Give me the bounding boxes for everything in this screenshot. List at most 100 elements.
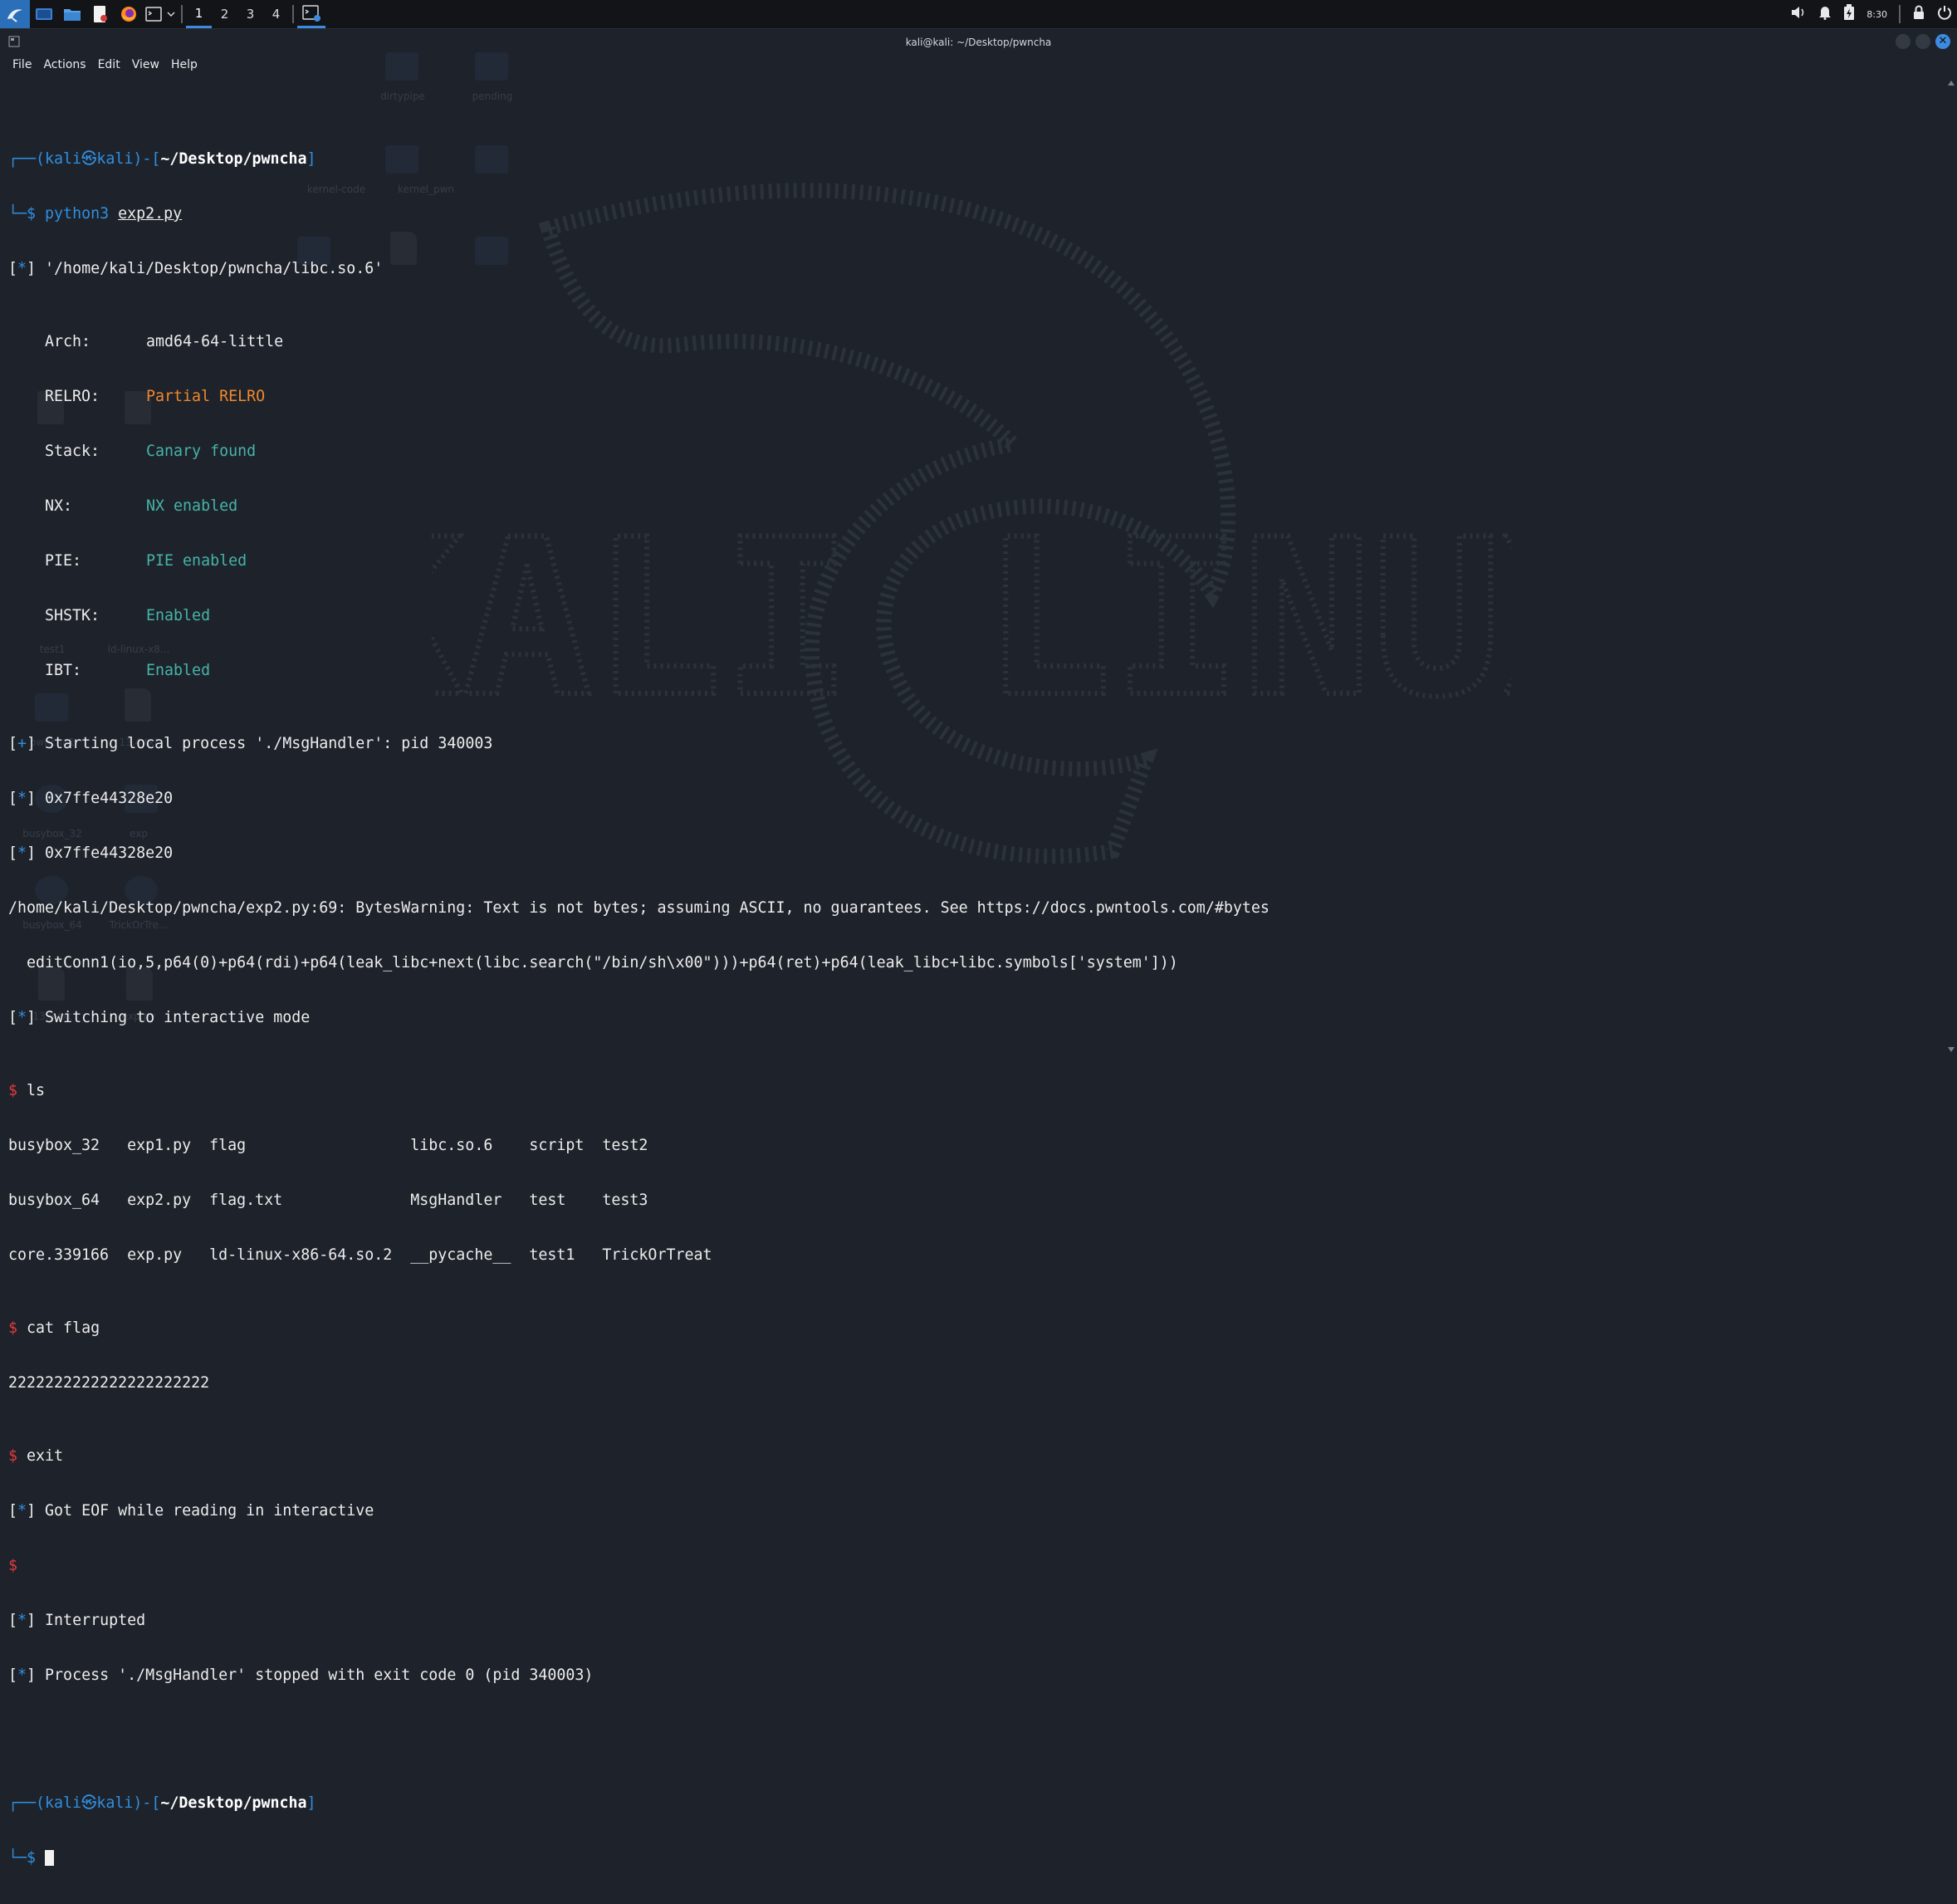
interactive-prompt: $: [8, 1447, 18, 1465]
menu-help[interactable]: Help: [165, 54, 203, 76]
power-icon[interactable]: [1937, 5, 1952, 23]
checksec-key: RELRO:: [45, 388, 100, 405]
checksec-row: RELRO: Partial RELRO: [8, 388, 1935, 406]
workspace-4[interactable]: 4: [263, 0, 289, 28]
output-line: [*] Got EOF while reading in interactive: [8, 1502, 374, 1520]
checksec-key: SHSTK:: [45, 607, 100, 624]
libc-path: '/home/kali/Desktop/pwncha/libc.so.6': [45, 260, 384, 277]
checksec-key: IBT:: [45, 662, 82, 679]
status-marker: *: [17, 844, 27, 862]
menu-bar: File Actions Edit View Help: [7, 54, 203, 76]
output-line: [*] 0x7ffe44328e20: [8, 844, 174, 862]
interactive-command: $ ls: [8, 1082, 1935, 1100]
interactive-prompt: $: [8, 1082, 18, 1099]
status-marker: +: [17, 735, 27, 752]
battery-icon[interactable]: [1843, 4, 1855, 24]
leak-address: 0x7ffe44328e20: [45, 790, 174, 807]
terminal-output[interactable]: ┌──(kali㉿kali)-[~/Desktop/pwncha] └─$ py…: [8, 95, 1935, 1904]
workspace-2[interactable]: 2: [212, 0, 237, 28]
eof-msg: Got EOF while reading in interactive: [45, 1502, 374, 1520]
terminal-window: KALI LINUX dirtypipe pending kernel-code…: [0, 29, 1957, 1867]
flag-output: 2222222222222222222222: [8, 1374, 210, 1392]
prompt-at-symbol: ㉿: [81, 1794, 97, 1812]
process-start-msg: Starting local process './MsgHandler': p…: [45, 735, 493, 752]
desktop-folder-icon: [385, 52, 418, 81]
lock-icon[interactable]: [1912, 5, 1925, 23]
checksec-value: NX enabled: [146, 497, 238, 515]
firefox-icon[interactable]: [115, 0, 143, 28]
interactive-command: $ cat flag: [8, 1319, 1935, 1338]
command-line[interactable]: └─$: [8, 1849, 1935, 1867]
scroll-down-arrow-icon[interactable]: [1948, 1047, 1955, 1052]
top-panel: 1 2 3 4 8:30: [0, 0, 1957, 29]
menu-view[interactable]: View: [126, 54, 165, 76]
prompt-user: kali: [45, 1794, 82, 1812]
prompt-at-symbol: ㉿: [81, 150, 97, 168]
notification-bell-icon[interactable]: [1818, 5, 1832, 23]
workspace-3[interactable]: 3: [237, 0, 263, 28]
chevron-down-icon[interactable]: [164, 0, 178, 28]
interactive-command: $ exit: [8, 1447, 1935, 1466]
status-marker: *: [17, 1667, 27, 1684]
menu-actions[interactable]: Actions: [37, 54, 91, 76]
output-line: [*] 0x7ffe44328e20: [8, 790, 174, 807]
prompt-line: ┌──(kali㉿kali)-[~/Desktop/pwncha]: [8, 150, 316, 168]
status-marker: *: [17, 1009, 27, 1026]
output-line: [*] Process './MsgHandler' stopped with …: [8, 1667, 594, 1684]
close-button[interactable]: ✕: [1935, 34, 1950, 49]
output-line: [*] '/home/kali/Desktop/pwncha/libc.so.6…: [8, 260, 384, 277]
panel-separator: [292, 5, 294, 23]
prompt-dollar: $: [27, 1849, 37, 1867]
checksec-value: amd64-64-little: [146, 333, 284, 350]
text-editor-icon[interactable]: [86, 0, 115, 28]
output-line: [*] Interrupted: [8, 1612, 146, 1629]
terminal-icon[interactable]: [143, 0, 164, 28]
checksec-key: PIE:: [45, 552, 82, 570]
text-cursor[interactable]: [45, 1850, 55, 1866]
ls-row: busybox_32 exp1.py flag libc.so.6 script…: [8, 1137, 648, 1154]
warning-line: /home/kali/Desktop/pwncha/exp2.py:69: By…: [8, 899, 1270, 917]
show-desktop-icon[interactable]: [30, 0, 58, 28]
kali-menu-icon[interactable]: [0, 0, 30, 28]
ls-row: busybox_64 exp2.py flag.txt MsgHandler t…: [8, 1192, 648, 1209]
window-controls: ✕: [1896, 34, 1950, 49]
minimize-button[interactable]: [1896, 34, 1911, 49]
checksec-value: Enabled: [146, 607, 211, 624]
command-binary: python3: [45, 205, 110, 223]
interactive-command: $: [8, 1557, 1935, 1575]
prompt-dollar: $: [27, 205, 37, 223]
prompt-user: kali: [45, 150, 82, 168]
output-line: [*] Switching to interactive mode: [8, 1009, 311, 1026]
process-stopped-msg: Process './MsgHandler' stopped with exit…: [45, 1667, 594, 1684]
volume-icon[interactable]: [1790, 5, 1807, 23]
checksec-value: Partial RELRO: [146, 388, 266, 405]
command-line: └─$ python3 exp2.py: [8, 205, 183, 223]
clock[interactable]: 8:30: [1866, 9, 1887, 20]
checksec-key: Stack:: [45, 443, 100, 460]
menu-file[interactable]: File: [7, 54, 37, 76]
window-titlebar[interactable]: kali@kali: ~/Desktop/pwncha ✕: [0, 29, 1957, 56]
scroll-up-arrow-icon[interactable]: [1948, 81, 1955, 86]
command-text: ls: [27, 1082, 46, 1099]
interactive-prompt: $: [8, 1557, 18, 1574]
checksec-row: Stack: Canary found: [8, 443, 1935, 461]
interrupted-msg: Interrupted: [45, 1612, 146, 1629]
output-line: [+] Starting local process './MsgHandler…: [8, 735, 493, 752]
prompt-host: kali: [96, 1794, 134, 1812]
interactive-prompt: $: [8, 1319, 18, 1337]
status-marker: *: [17, 790, 27, 807]
menu-edit[interactable]: Edit: [92, 54, 126, 76]
file-manager-icon[interactable]: [58, 0, 86, 28]
taskbar-terminal-window[interactable]: [297, 0, 325, 28]
checksec-key: NX:: [45, 497, 73, 515]
panel-separator: [1899, 5, 1901, 23]
prompt-path: ~/Desktop/pwncha: [160, 1794, 307, 1812]
leak-address: 0x7ffe44328e20: [45, 844, 174, 862]
workspace-1[interactable]: 1: [186, 0, 212, 28]
maximize-button[interactable]: [1915, 34, 1930, 49]
scrollbar[interactable]: [1945, 77, 1957, 1055]
checksec-row: NX: NX enabled: [8, 497, 1935, 516]
command-argument: exp2.py: [118, 205, 183, 223]
checksec-row: PIE: PIE enabled: [8, 552, 1935, 570]
checksec-value: PIE enabled: [146, 552, 247, 570]
